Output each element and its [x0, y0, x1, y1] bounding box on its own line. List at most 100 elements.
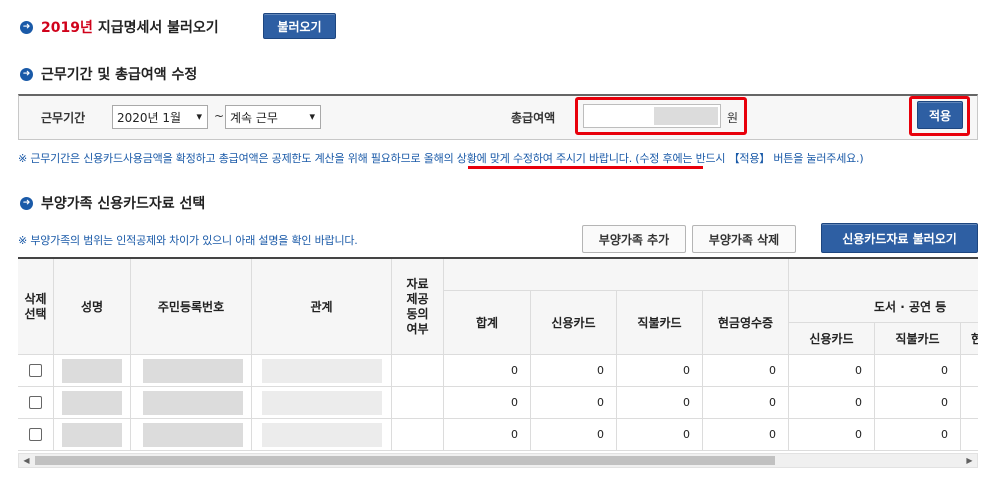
scroll-right-icon[interactable]: ▶ — [962, 454, 977, 467]
debit-card-cell: 0 — [617, 355, 703, 387]
header-relation: 관계 — [252, 259, 392, 355]
start-month-value: 2020년 1월 — [117, 110, 182, 125]
masked-name — [62, 423, 122, 447]
salary-unit: 원 — [727, 111, 739, 125]
chevron-down-icon: ▾ — [196, 110, 202, 123]
table-row-checkbox-cell — [18, 355, 54, 387]
credit-card-cell: 0 — [531, 355, 617, 387]
end-period-select[interactable]: 계속 근무 ▾ — [225, 105, 321, 129]
rrn-cell — [131, 419, 252, 451]
header-name: 성명 — [54, 259, 131, 355]
header-books-group-label: 도서 · 공연 등 — [874, 300, 947, 314]
cash-receipt-cell: 0 — [703, 387, 789, 419]
rrn-cell — [131, 355, 252, 387]
masked-salary-value — [654, 107, 718, 125]
data-share-cell — [392, 355, 444, 387]
header-group-blank — [444, 259, 789, 291]
books-cash-cell — [961, 355, 978, 387]
books-credit-cell: 0 — [789, 355, 875, 387]
period-section-title: ➜ 근무기간 및 총급여액 수정 — [20, 64, 197, 84]
dependents-section-heading: 부양가족 신용카드자료 선택 — [41, 196, 206, 212]
delete-dependent-button[interactable]: 부양가족 삭제 — [692, 225, 796, 253]
rrn-cell — [131, 387, 252, 419]
start-month-select[interactable]: 2020년 1월 ▾ — [112, 105, 208, 129]
header-books-group: 도서 · 공연 등 — [789, 291, 978, 323]
masked-rrn — [143, 423, 243, 447]
section-bullet-icon: ➜ — [20, 196, 33, 210]
apply-button[interactable]: 적용 — [917, 101, 963, 129]
load-section-title: ➜ 2019년 지급명세서 불러오기 — [20, 17, 219, 37]
add-dependent-button[interactable]: 부양가족 추가 — [582, 225, 686, 253]
masked-rrn — [143, 391, 243, 415]
total-cell: 0 — [444, 419, 531, 451]
data-share-cell — [392, 387, 444, 419]
period-note: ※ 근무기간은 신용카드사용금액을 확정하고 총급여액은 공제한도 계산을 위해… — [18, 150, 864, 166]
year-label: 2019년 — [41, 20, 93, 36]
header-cash-receipt: 현금영수증 — [703, 291, 789, 355]
books-cash-cell — [961, 419, 978, 451]
scroll-left-icon[interactable]: ◀ — [19, 454, 34, 467]
cash-receipt-cell: 0 — [703, 355, 789, 387]
dependents-card-table: 삭제 선택 성명 주민등록번호 관계 자료 제공 동의 여부 도서 · 공연 등… — [18, 257, 978, 453]
books-debit-cell: 0 — [875, 419, 961, 451]
relation-cell — [252, 355, 392, 387]
header-delete-select: 삭제 선택 — [18, 259, 54, 355]
chevron-down-icon: ▾ — [309, 110, 315, 123]
header-books-debit-card: 직불카드 — [875, 323, 961, 355]
total-salary-input[interactable] — [583, 104, 721, 128]
period-note-suffix: (수정 후에는 반드시 【적용】 버튼을 눌러주세요.) — [632, 152, 864, 165]
header-books-cash-receipt: 현 — [961, 323, 978, 355]
masked-relation — [262, 423, 382, 447]
salary-label: 총급여액 — [511, 111, 556, 125]
books-credit-cell: 0 — [789, 419, 875, 451]
scrollbar-thumb[interactable] — [35, 456, 775, 465]
masked-relation — [262, 359, 382, 383]
end-period-value: 계속 근무 — [230, 110, 278, 125]
note-emphasis-underline — [468, 166, 703, 169]
section-bullet-icon: ➜ — [20, 67, 33, 81]
name-cell — [54, 355, 131, 387]
row-delete-checkbox[interactable] — [29, 364, 42, 377]
header-rrn: 주민등록번호 — [131, 259, 252, 355]
relation-cell — [252, 419, 392, 451]
name-cell — [54, 419, 131, 451]
books-credit-cell: 0 — [789, 387, 875, 419]
header-total: 합계 — [444, 291, 531, 355]
cash-receipt-cell: 0 — [703, 419, 789, 451]
load-section-heading: 지급명세서 불러오기 — [97, 20, 219, 36]
period-form-box: 근무기간 2020년 1월 ▾ ~ 계속 근무 ▾ 총급여액 원 적용 — [18, 94, 978, 140]
masked-relation — [262, 391, 382, 415]
header-credit-card: 신용카드 — [531, 291, 617, 355]
period-note-emphasis: 올해의 상황에 맞게 수정하여 주시기 바랍니다. — [423, 152, 632, 165]
table-row-checkbox-cell — [18, 387, 54, 419]
name-cell — [54, 387, 131, 419]
load-statement-button[interactable]: 불러오기 — [263, 13, 336, 39]
masked-name — [62, 391, 122, 415]
load-card-data-button[interactable]: 신용카드자료 불러오기 — [821, 223, 978, 253]
header-books-credit-card: 신용카드 — [789, 323, 875, 355]
data-share-cell — [392, 419, 444, 451]
masked-name — [62, 359, 122, 383]
period-note-prefix: ※ 근무기간은 신용카드사용금액을 확정하고 총급여액은 공제한도 계산을 위해… — [18, 152, 424, 165]
books-debit-cell: 0 — [875, 355, 961, 387]
credit-card-cell: 0 — [531, 419, 617, 451]
header-group-blank-2 — [789, 259, 978, 291]
books-cash-cell — [961, 387, 978, 419]
dependents-section-title: ➜ 부양가족 신용카드자료 선택 — [20, 193, 205, 213]
period-tilde: ~ — [214, 109, 225, 123]
table-horizontal-scrollbar[interactable]: ◀ ▶ — [18, 453, 978, 468]
header-debit-card: 직불카드 — [617, 291, 703, 355]
total-cell: 0 — [444, 355, 531, 387]
masked-rrn — [143, 359, 243, 383]
dependents-note: ※ 부양가족의 범위는 인적공제와 차이가 있으니 아래 설명을 확인 바랍니다… — [18, 234, 358, 247]
debit-card-cell: 0 — [617, 419, 703, 451]
header-data-share-consent: 자료 제공 동의 여부 — [392, 259, 444, 355]
books-debit-cell: 0 — [875, 387, 961, 419]
relation-cell — [252, 387, 392, 419]
section-bullet-icon: ➜ — [20, 20, 33, 34]
period-label: 근무기간 — [41, 111, 86, 125]
row-delete-checkbox[interactable] — [29, 396, 42, 409]
table-row-checkbox-cell — [18, 419, 54, 451]
period-section-heading: 근무기간 및 총급여액 수정 — [41, 67, 198, 83]
row-delete-checkbox[interactable] — [29, 428, 42, 441]
